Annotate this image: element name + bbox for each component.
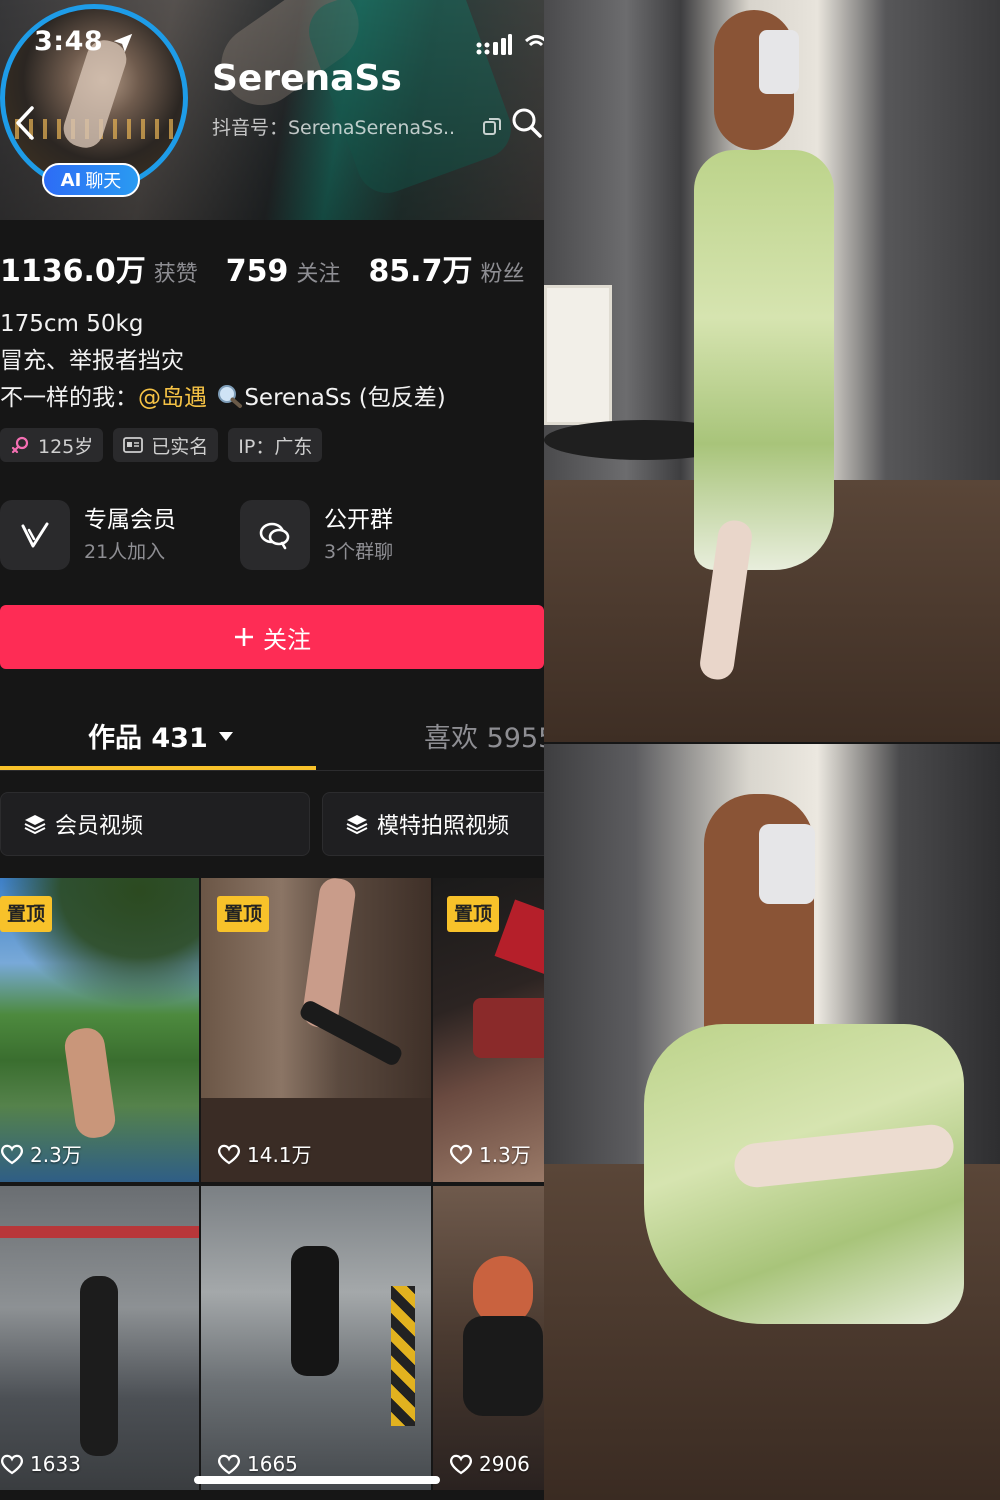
bio-line-1: 175cm 50kg [0, 311, 144, 337]
video-thumb-2[interactable]: 置顶 14.1万 [201, 878, 431, 1182]
id-card-icon [123, 437, 144, 453]
wifi-icon [524, 35, 544, 47]
bio-mention[interactable]: @岛遇 [138, 385, 207, 411]
ai-chat-badge[interactable]: AI 聊天 [42, 163, 140, 197]
pinned-badge: 置顶 [217, 896, 270, 932]
female-icon [11, 436, 29, 454]
layers-icon [24, 815, 46, 835]
copy-icon[interactable] [482, 116, 502, 136]
collection-member-label: 会员视频 [55, 814, 144, 839]
public-group-card[interactable]: 公开群 3个群聊 [240, 498, 393, 572]
video-thumb-3[interactable]: 置顶 1.3万 [433, 878, 544, 1182]
heart-icon [1, 1454, 23, 1475]
verified-tag: 已实名 [113, 428, 219, 462]
like-count: 1665 [217, 1452, 298, 1476]
pinned-badge: 置顶 [0, 896, 53, 932]
like-count: 2.3万 [0, 1139, 82, 1168]
ip-text: IP：广东 [238, 435, 313, 458]
tab-divider [0, 770, 544, 771]
video-thumb-6[interactable]: 2906 [433, 1186, 544, 1490]
chat-bubbles-icon [259, 522, 290, 550]
photo-crouching [544, 744, 1000, 1500]
collection-member-videos[interactable]: 会员视频 [0, 792, 310, 856]
like-count: 14.1万 [217, 1139, 312, 1168]
bio-line-3-suffix: SerenaSs (包反差) [244, 385, 446, 411]
heart-icon [450, 1454, 472, 1475]
video-thumb-5[interactable]: 1665 [201, 1186, 431, 1490]
public-group-title: 公开群 [324, 507, 393, 533]
home-indicator[interactable] [194, 1476, 440, 1484]
vip-v-icon [21, 522, 49, 548]
plus-icon [235, 628, 253, 646]
video-thumb-1[interactable]: 置顶 2.3万 [0, 878, 199, 1182]
collection-model-videos[interactable]: 模特拍照视频 [322, 792, 544, 856]
ip-tag: IP：广东 [228, 428, 323, 462]
like-count: 2906 [449, 1452, 530, 1476]
following-count[interactable]: 759 [226, 254, 289, 289]
username: SerenaSs [212, 58, 402, 99]
douyin-profile-screen: 3:48 AI 聊天 SerenaSs 抖音号：SerenaSerenaSs..… [0, 0, 544, 1500]
followers-label[interactable]: 粉丝 [480, 256, 524, 288]
tab-likes[interactable]: 喜欢 5955 [424, 716, 544, 755]
profile-tags: 125岁 已实名 IP：广东 [0, 428, 323, 462]
bio: 175cm 50kg 冒充、举报者挡灾 不一样的我：@岛遇 SerenaSs (… [0, 306, 544, 417]
ai-badge-ai-text: AI [60, 169, 82, 191]
back-icon[interactable] [12, 104, 40, 142]
likes-count: 1136.0万 [0, 254, 146, 289]
like-count-text: 1633 [30, 1452, 81, 1476]
heart-icon [1, 1144, 23, 1164]
likes-label: 获赞 [153, 262, 198, 287]
like-count-text: 2.3万 [30, 1143, 82, 1167]
caret-down-icon [218, 731, 233, 741]
layers-icon [346, 815, 368, 835]
collection-model-label: 模特拍照视频 [377, 814, 510, 839]
like-count-text: 2906 [479, 1452, 530, 1476]
photo-standing [544, 0, 1000, 742]
public-group-subtitle: 3个群聊 [324, 541, 394, 563]
bio-line-2: 冒充、举报者挡灾 [0, 348, 184, 374]
douyin-id: 抖音号：SerenaSerenaSs.. [212, 117, 456, 139]
member-icon-wrap [0, 500, 70, 570]
like-count: 1.3万 [449, 1139, 531, 1168]
ai-badge-label: 聊天 [85, 171, 122, 192]
member-group-card[interactable]: 专属会员 21人加入 [0, 498, 176, 572]
heart-icon [218, 1454, 240, 1475]
search-icon[interactable] [510, 106, 544, 140]
bio-line-3: 不一样的我：@岛遇 SerenaSs (包反差) [0, 380, 544, 417]
age-text: 125岁 [38, 435, 94, 458]
like-count-text: 1.3万 [479, 1143, 531, 1167]
like-count-text: 1665 [247, 1452, 298, 1476]
verified-text: 已实名 [151, 435, 209, 458]
follow-label: 关注 [263, 625, 311, 654]
like-count: 1633 [0, 1452, 81, 1476]
magnifier-icon [218, 385, 243, 408]
heart-icon [218, 1144, 240, 1164]
video-thumb-4[interactable]: 1633 [0, 1186, 199, 1490]
member-group-subtitle: 21人加入 [84, 541, 166, 563]
chat-icon-wrap [240, 500, 310, 570]
location-arrow-icon [113, 33, 133, 53]
tab-works-label: 作品 431 [88, 723, 208, 754]
profile-stats: 1136.0万 获赞 759 关注 85.7万 粉丝 [0, 246, 544, 289]
follow-button[interactable]: 关注 [0, 605, 544, 669]
following-label[interactable]: 关注 [296, 256, 340, 288]
status-time: 3:48 [34, 26, 104, 57]
like-count-text: 14.1万 [247, 1143, 312, 1167]
signal-icon [476, 34, 512, 55]
tab-works[interactable]: 作品 431 [88, 716, 234, 755]
age-tag: 125岁 [0, 428, 104, 462]
bio-line-3-prefix: 不一样的我： [0, 385, 138, 411]
followers-count[interactable]: 85.7万 [368, 246, 472, 290]
heart-icon [450, 1144, 472, 1164]
pinned-badge: 置顶 [447, 896, 500, 932]
member-group-title: 专属会员 [84, 507, 176, 533]
